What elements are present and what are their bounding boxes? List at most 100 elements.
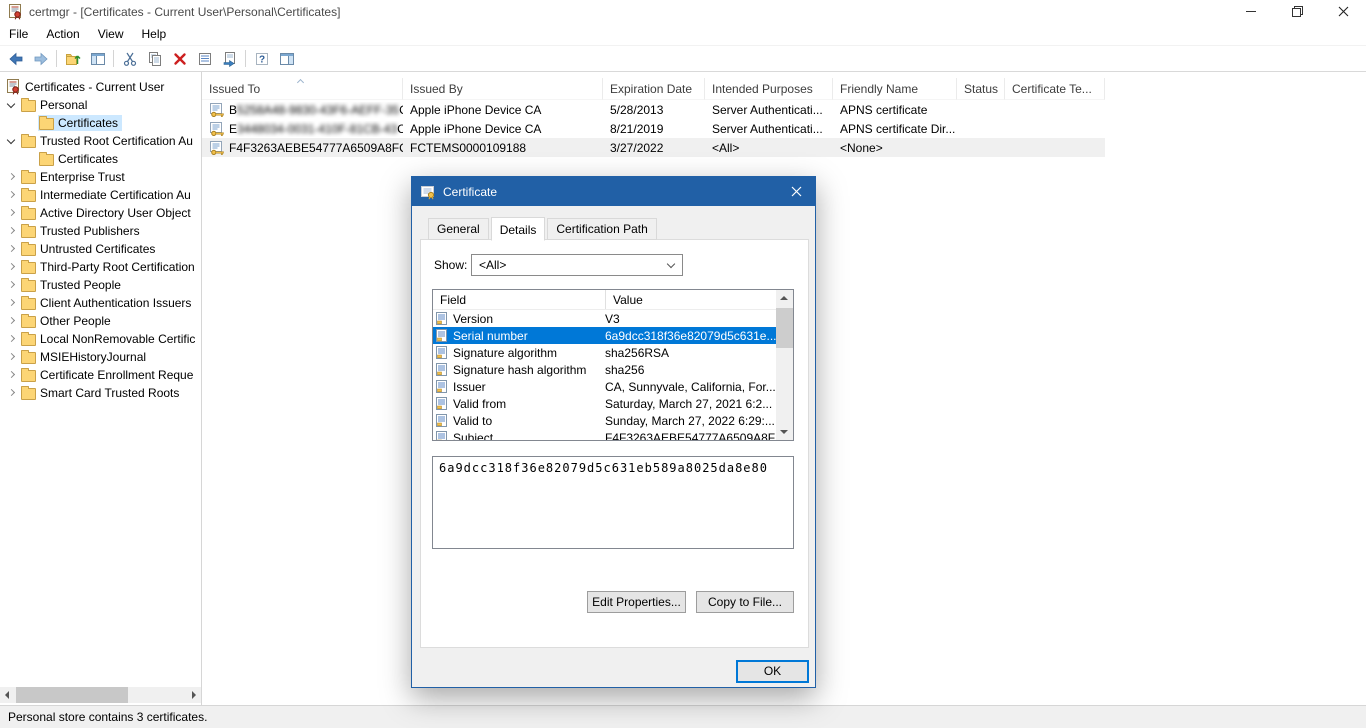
tree-item-msiehistoryjournal[interactable]: MSIEHistoryJournal <box>0 348 201 366</box>
tree-item-trusted-people[interactable]: Trusted People <box>0 276 201 294</box>
chevron-collapsed-icon[interactable] <box>4 241 20 257</box>
tree-item-certificates[interactable]: Certificates <box>0 150 201 168</box>
chevron-collapsed-icon[interactable] <box>4 169 20 185</box>
tree-item-label: Enterprise Trust <box>40 170 125 184</box>
tab-certification-path[interactable]: Certification Path <box>547 218 656 240</box>
show-hide-action-pane-button[interactable] <box>274 47 299 70</box>
menu-file[interactable]: File <box>0 24 37 44</box>
column-header-certificate-te[interactable]: Certificate Te... <box>1005 78 1105 100</box>
minimize-button[interactable] <box>1228 0 1274 23</box>
edit-properties-button[interactable]: Edit Properties... <box>587 591 686 613</box>
chevron-collapsed-icon[interactable] <box>4 223 20 239</box>
column-header-issued-by[interactable]: Issued By <box>403 78 603 100</box>
tree-item-local-nonremovable-certific[interactable]: Local NonRemovable Certific <box>0 330 201 348</box>
minimize-icon <box>1246 11 1256 12</box>
properties-button[interactable] <box>192 47 217 70</box>
column-header-expiration-date[interactable]: Expiration Date <box>603 78 705 100</box>
tree-item-smart-card-trusted-roots[interactable]: Smart Card Trusted Roots <box>0 384 201 402</box>
menu-view[interactable]: View <box>89 24 133 44</box>
copy-button[interactable] <box>142 47 167 70</box>
folder-icon <box>21 244 36 256</box>
chevron-collapsed-icon[interactable] <box>4 367 20 383</box>
certificate-row[interactable]: B5258A48-9830-43F6-AEFF-35C...Apple iPho… <box>202 100 1105 119</box>
tree-item-certificates-current-user[interactable]: Certificates - Current User <box>0 78 201 96</box>
tree-item-inner: Trusted Root Certification Au <box>20 133 197 149</box>
tree-item-trusted-publishers[interactable]: Trusted Publishers <box>0 222 201 240</box>
menu-help[interactable]: Help <box>133 24 176 44</box>
dialog-title: Certificate <box>443 185 497 199</box>
tree-item-inner: Active Directory User Object <box>20 205 195 221</box>
detail-row-signature-algorithm[interactable]: Signature algorithmsha256RSA <box>433 344 776 361</box>
column-header-field[interactable]: Field <box>433 290 606 309</box>
column-header-intended-purposes[interactable]: Intended Purposes <box>705 78 833 100</box>
certificate-row[interactable]: F4F3263AEBE54777A6509A8FCC...FCTEMS00001… <box>202 138 1105 157</box>
up-one-level-button[interactable] <box>60 47 85 70</box>
chevron-collapsed-icon[interactable] <box>4 277 20 293</box>
chevron-expanded-icon[interactable] <box>4 97 20 113</box>
show-hide-console-tree-button[interactable] <box>85 47 110 70</box>
tree-item-untrusted-certificates[interactable]: Untrusted Certificates <box>0 240 201 258</box>
detail-row-valid-from[interactable]: Valid fromSaturday, March 27, 2021 6:2..… <box>433 395 776 412</box>
scrollbar-thumb[interactable] <box>16 687 128 703</box>
chevron-collapsed-icon[interactable] <box>4 187 20 203</box>
tree-item-trusted-root-certification-au[interactable]: Trusted Root Certification Au <box>0 132 201 150</box>
back-button[interactable] <box>3 47 28 70</box>
chevron-expanded-icon[interactable] <box>4 133 20 149</box>
certificate-row[interactable]: E3448034-0031-410F-81CB-43C...Apple iPho… <box>202 119 1105 138</box>
ok-button[interactable]: OK <box>736 660 809 683</box>
detail-row-subject[interactable]: SubjectF4F3263AEBE54777A6509A8F <box>433 429 776 440</box>
chevron-collapsed-icon[interactable] <box>4 331 20 347</box>
folder-icon <box>21 370 36 382</box>
detail-row-valid-to[interactable]: Valid toSunday, March 27, 2022 6:29:... <box>433 412 776 429</box>
field-name: Issuer <box>453 380 605 394</box>
chevron-collapsed-icon[interactable] <box>4 259 20 275</box>
cut-button[interactable] <box>117 47 142 70</box>
tree-item-intermediate-certification-au[interactable]: Intermediate Certification Au <box>0 186 201 204</box>
tree-item-enterprise-trust[interactable]: Enterprise Trust <box>0 168 201 186</box>
chevron-collapsed-icon[interactable] <box>4 349 20 365</box>
export-list-button[interactable] <box>217 47 242 70</box>
scroll-right-button[interactable] <box>185 687 201 703</box>
tree-item-active-directory-user-object[interactable]: Active Directory User Object <box>0 204 201 222</box>
scroll-left-button[interactable] <box>0 687 16 703</box>
scroll-up-button[interactable] <box>776 290 793 307</box>
forward-button[interactable] <box>28 47 53 70</box>
tree-item-other-people[interactable]: Other People <box>0 312 201 330</box>
tree-item-personal[interactable]: Personal <box>0 96 201 114</box>
tree-item-third-party-root-certification[interactable]: Third-Party Root Certification <box>0 258 201 276</box>
detail-row-version[interactable]: VersionV3 <box>433 310 776 327</box>
tree-horizontal-scrollbar[interactable] <box>0 687 201 703</box>
delete-button[interactable] <box>167 47 192 70</box>
tab-general[interactable]: General <box>428 218 489 240</box>
column-header-friendly-name[interactable]: Friendly Name <box>833 78 957 100</box>
scrollbar-thumb[interactable] <box>776 308 793 348</box>
close-button[interactable] <box>1320 0 1366 23</box>
detail-row-serial-number[interactable]: Serial number6a9dcc318f36e82079d5c631e..… <box>433 327 776 344</box>
column-header-status[interactable]: Status <box>957 78 1005 100</box>
column-header-issued-to[interactable]: Issued To <box>202 78 403 100</box>
show-dropdown[interactable]: <All> <box>471 254 683 276</box>
menu-action[interactable]: Action <box>37 24 88 44</box>
chevron-collapsed-icon[interactable] <box>4 385 20 401</box>
copy-to-file-button[interactable]: Copy to File... <box>696 591 794 613</box>
tree-item-label: Untrusted Certificates <box>40 242 155 256</box>
detail-row-signature-hash-algorithm[interactable]: Signature hash algorithmsha256 <box>433 361 776 378</box>
dialog-close-button[interactable] <box>777 177 815 206</box>
detail-row-issuer[interactable]: IssuerCA, Sunnyvale, California, For... <box>433 378 776 395</box>
restore-button[interactable] <box>1274 0 1320 23</box>
chevron-collapsed-icon[interactable] <box>4 205 20 221</box>
grid-vertical-scrollbar[interactable] <box>776 290 793 440</box>
tab-details[interactable]: Details <box>491 217 546 241</box>
sort-ascending-icon <box>298 80 304 86</box>
chevron-collapsed-icon[interactable] <box>4 295 20 311</box>
tree-item-certificate-enrollment-reque[interactable]: Certificate Enrollment Reque <box>0 366 201 384</box>
toolbar-separator <box>113 50 114 67</box>
chevron-collapsed-icon[interactable] <box>4 313 20 329</box>
tree-item-certificates[interactable]: Certificates <box>0 114 201 132</box>
column-header-value[interactable]: Value <box>606 290 643 309</box>
tree-item-client-authentication-issuers[interactable]: Client Authentication Issuers <box>0 294 201 312</box>
app-icon[interactable] <box>7 4 23 20</box>
scroll-down-button[interactable] <box>776 423 793 440</box>
help-button[interactable]: ? <box>249 47 274 70</box>
field-value-textbox[interactable]: 6a9dcc318f36e82079d5c631eb589a8025da8e80 <box>432 456 794 549</box>
